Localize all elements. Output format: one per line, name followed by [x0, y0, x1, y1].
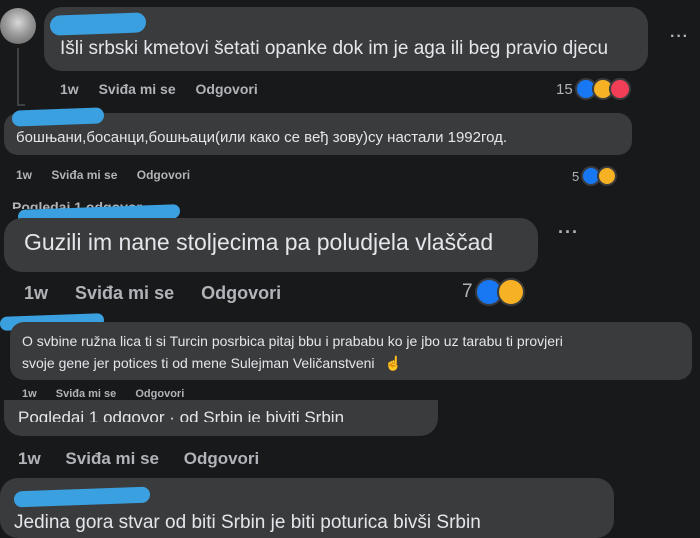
like-button[interactable]: Sviđa mi se — [56, 388, 117, 400]
comment-text-line-2: svoje gene jer potices ti od mene Sulejm… — [22, 355, 402, 372]
comment-age[interactable]: 1w — [22, 388, 37, 400]
like-button[interactable]: Sviđa mi se — [65, 449, 159, 468]
thread-line — [17, 48, 19, 106]
comment-actions: 1w Sviđa mi se Odgovori — [16, 168, 206, 182]
haha-icon — [496, 278, 525, 306]
reaction-count: 15 — [556, 80, 573, 98]
comment-text: Išli srbski kmetovi šetati opanke dok im… — [60, 38, 609, 59]
reply-button[interactable]: Odgovori — [135, 388, 184, 400]
comment-text: Jedina gora stvar od biti Srbin je biti … — [14, 512, 481, 533]
comment-age[interactable]: 1w — [24, 283, 48, 303]
comment-actions: 1w Sviđa mi se Odgovori — [24, 283, 297, 304]
reactions-summary[interactable]: 5 — [572, 166, 618, 186]
like-button[interactable]: Sviđa mi se — [75, 283, 174, 303]
redacted-author — [12, 107, 104, 127]
partial-overlap-text: Pogledaj 1 odgovor · od Srbin je biviti … — [18, 408, 345, 422]
reaction-count: 7 — [462, 281, 473, 302]
comment-text-line-2-text: svoje gene jer potices ti od mene Sulejm… — [22, 355, 375, 371]
reply-button[interactable]: Odgovori — [201, 283, 281, 303]
reply-button[interactable]: Odgovori — [184, 449, 260, 468]
comment-actions: 1w Sviđa mi se Odgovori — [22, 388, 200, 400]
comment-actions: 1w Sviđa mi se Odgovori — [18, 449, 275, 469]
like-button[interactable]: Sviđa mi se — [51, 168, 117, 182]
reply-button[interactable]: Odgovori — [137, 168, 190, 182]
pointing-emoji: ☝ — [384, 355, 402, 371]
more-options-icon[interactable]: ··· — [558, 222, 579, 243]
comment-age[interactable]: 1w — [16, 168, 32, 182]
reactions-summary[interactable]: 15 — [556, 78, 631, 100]
thread-branch — [17, 104, 25, 106]
reaction-count: 5 — [572, 168, 580, 184]
haha-icon — [597, 166, 618, 186]
comment-text: Guzili im nane stoljecima pa poludjela v… — [24, 229, 494, 255]
more-options-icon[interactable]: ··· — [670, 28, 689, 46]
comment-age[interactable]: 1w — [18, 449, 41, 468]
redacted-author — [50, 12, 146, 36]
love-icon — [608, 78, 631, 100]
like-button[interactable]: Sviđa mi se — [99, 81, 176, 97]
reactions-summary[interactable]: 7 — [462, 278, 525, 306]
comment-age[interactable]: 1w — [60, 81, 79, 97]
comment-text-line-1: O svbine ružna lica ti si Turcin posrbic… — [22, 333, 563, 349]
reply-button[interactable]: Odgovori — [196, 81, 258, 97]
comment-text: бошњани,босанци,бошњаци(или како се веђ … — [16, 129, 508, 146]
comment-actions: 1w Sviđa mi se Odgovori — [60, 81, 274, 97]
avatar-icon[interactable] — [0, 8, 36, 44]
